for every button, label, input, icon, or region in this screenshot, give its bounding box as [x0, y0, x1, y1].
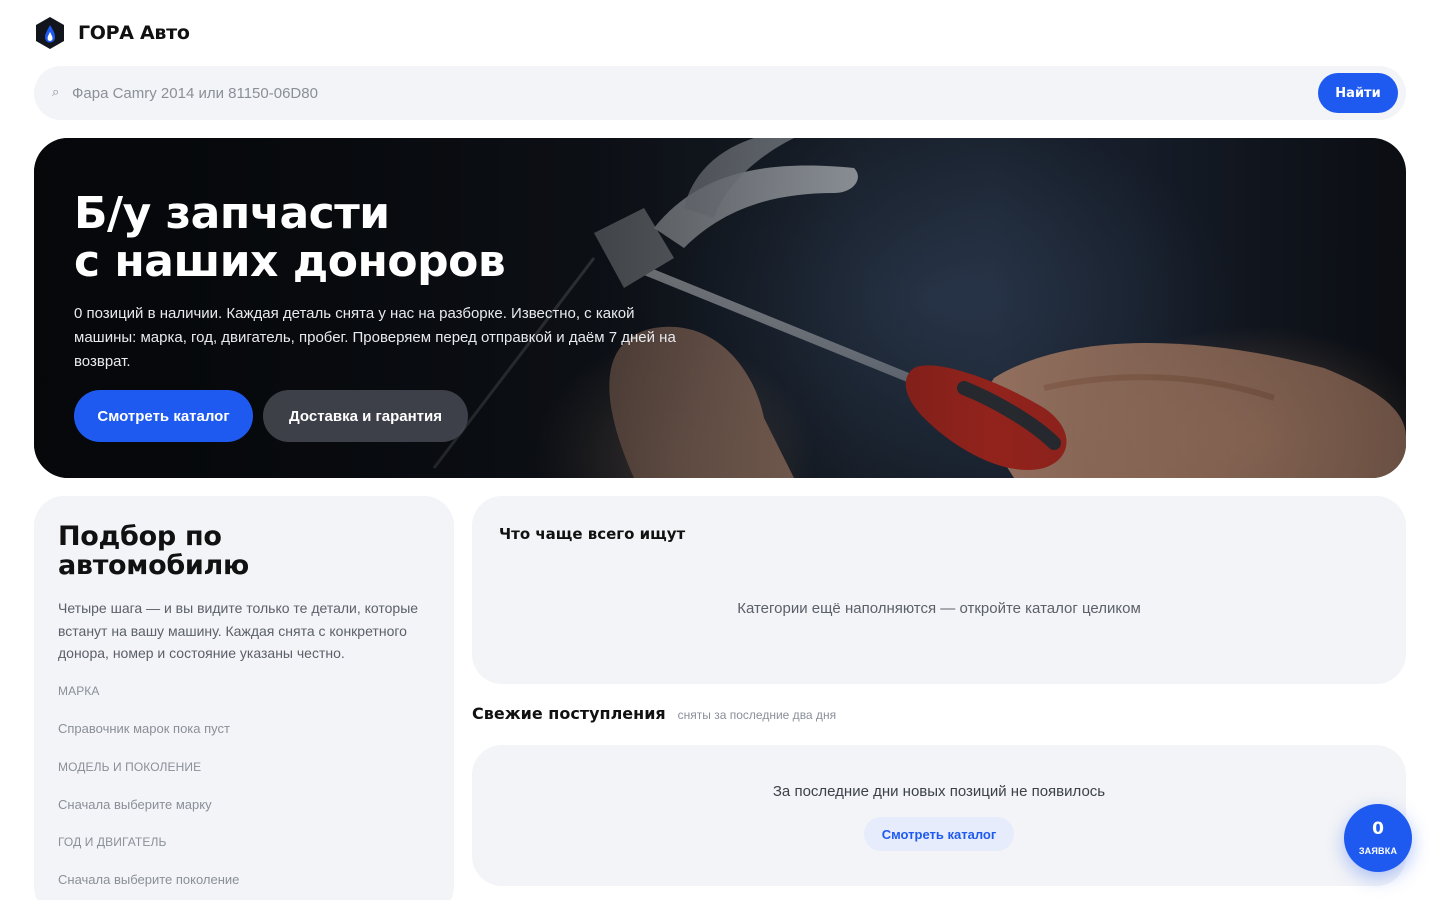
view-catalog-button[interactable]: Смотреть каталог [74, 390, 253, 442]
hexagon-flame-logo-icon[interactable] [34, 16, 66, 50]
model-generation-hint[interactable]: Сначала выберите марку [58, 797, 212, 812]
year-engine-label: ГОД И ДВИГАТЕЛЬ [58, 835, 167, 849]
picker-title: Подбор по автомобилю [58, 522, 438, 580]
vehicle-picker-panel: Подбор по автомобилю Четыре шага — и вы … [34, 496, 454, 900]
popular-searches-panel: Что чаще всего ищут Категории ещё наполн… [472, 496, 1406, 684]
fresh-arrivals-subtitle: сняты за последние два дня [677, 708, 837, 722]
hero-title-line-2: с наших доноров [74, 236, 506, 287]
picker-description: Четыре шага — и вы видите только те дета… [58, 600, 419, 661]
brand-name[interactable]: ГОРА Авто [78, 22, 190, 44]
make-label: МАРКА [58, 684, 100, 698]
hero-description: 0 позиций в наличии. Каждая деталь снята… [74, 305, 676, 370]
delivery-warranty-button[interactable]: Доставка и гарантия [263, 390, 468, 442]
fresh-view-catalog-button[interactable]: Смотреть каталог [864, 817, 1014, 851]
site-header: ГОРА Авто [34, 14, 190, 52]
popular-empty-message: Категории ещё наполняются — откройте кат… [737, 600, 1141, 617]
picker-title-line-1: Подбор по [58, 521, 222, 552]
picker-title-line-2: автомобилю [58, 550, 249, 581]
fresh-arrivals-title: Свежие поступления [472, 704, 666, 723]
hero-title-line-1: Б/у запчасти [74, 188, 390, 239]
request-fab-button[interactable]: 0 ЗАЯВКА [1344, 804, 1412, 872]
search-icon: ⌕ [52, 85, 60, 100]
search-bar: ⌕ Найти [34, 66, 1406, 120]
search-button[interactable]: Найти [1318, 73, 1398, 113]
request-label: ЗАЯВКА [1358, 846, 1398, 856]
fresh-arrivals-panel: За последние дни новых позиций не появил… [472, 745, 1406, 886]
model-generation-label: МОДЕЛЬ И ПОКОЛЕНИЕ [58, 760, 202, 774]
hero-banner: Б/у запчасти с наших доноров 0 позиций в… [34, 138, 1406, 478]
hero-title: Б/у запчасти с наших доноров [74, 190, 714, 286]
fresh-arrivals-header: Свежие поступления сняты за последние дв… [472, 704, 836, 723]
search-input[interactable] [72, 79, 1332, 107]
year-engine-hint[interactable]: Сначала выберите поколение [58, 872, 239, 887]
request-count-badge: 0 [1372, 819, 1384, 839]
popular-title: Что чаще всего ищут [499, 525, 686, 543]
make-hint[interactable]: Справочник марок пока пуст [58, 721, 230, 736]
fresh-empty-message: За последние дни новых позиций не появил… [772, 783, 1106, 800]
